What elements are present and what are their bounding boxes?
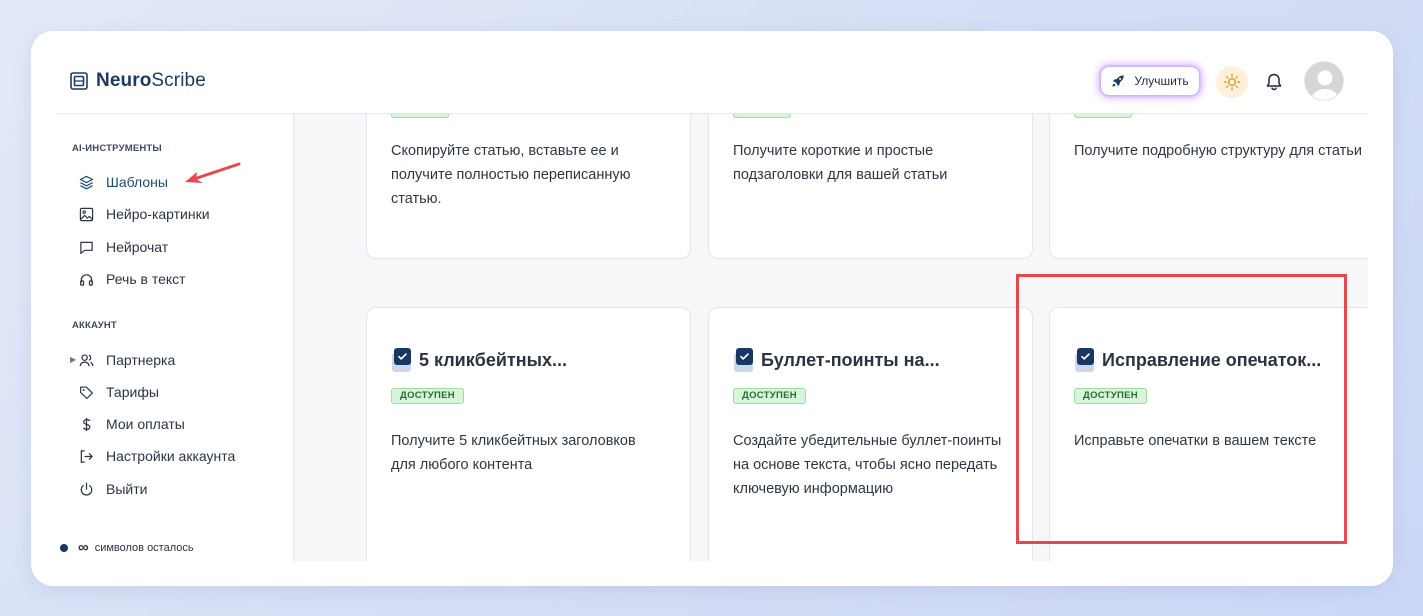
symbols-label: символов осталось — [94, 541, 194, 554]
sidebar-item-tariffs[interactable]: Тарифы — [79, 382, 159, 402]
checkbox-icon — [391, 348, 412, 372]
annotation-arrow-icon — [185, 162, 241, 183]
app-window: NeuroScribe Улучшить AI-ИНСТРУМЕНТЫ Шабл… — [31, 31, 1393, 586]
status-badge: ДОСТУПЕН — [1074, 388, 1147, 404]
checkbox-icon — [733, 348, 754, 372]
user-avatar-icon — [1305, 62, 1343, 100]
template-card[interactable]: Получите короткие и простые подзаголовки… — [708, 114, 1033, 259]
status-badge — [733, 114, 791, 118]
dollar-icon — [82, 417, 91, 431]
sidebar-item-logout[interactable]: Выйти — [79, 479, 147, 499]
image-icon — [79, 207, 94, 221]
template-card[interactable]: Скопируйте статью, вставьте ее и получит… — [366, 114, 691, 259]
sidebar-partner-row: ▶ Партнерка — [31, 350, 293, 370]
sidebar-item-label: Речь в текст — [106, 271, 186, 287]
sidebar-item-label: Мои оплаты — [106, 416, 185, 432]
headphones-icon — [80, 273, 93, 286]
brand-name: NeuroScribe — [96, 70, 206, 91]
template-card-bullet-points[interactable]: Буллет-поинты на... ДОСТУПЕН Создайте уб… — [708, 307, 1033, 561]
card-description: Исправьте опечатки в вашем тексте — [1074, 433, 1317, 449]
sun-icon — [1223, 73, 1241, 91]
checkbox-icon — [1074, 348, 1095, 372]
template-card-clickbait[interactable]: 5 кликбейтных... ДОСТУПЕН Получите 5 кли… — [366, 307, 691, 561]
bell-icon — [1266, 73, 1282, 91]
sidebar-item-label: Нейрочат — [106, 239, 169, 255]
sidebar-item-partner[interactable]: Партнерка — [79, 350, 175, 370]
notifications-button[interactable] — [1263, 71, 1285, 93]
sidebar-section-ai-tools: AI-ИНСТРУМЕНТЫ — [72, 143, 162, 154]
expand-caret-icon[interactable]: ▶ — [70, 350, 76, 370]
sidebar-section-account: АККАУНТ — [72, 320, 117, 331]
card-description: Получите 5 кликбейтных заголовков для лю… — [391, 433, 636, 473]
template-card-typo-fix[interactable]: Исправление опечаток... ДОСТУПЕН Исправь… — [1049, 307, 1368, 561]
upgrade-button[interactable]: Улучшить — [1100, 66, 1200, 96]
top-header: NeuroScribe Улучшить — [31, 31, 1393, 113]
status-badge — [1074, 114, 1132, 118]
sidebar-item-account-settings[interactable]: Настройки аккаунта — [79, 446, 235, 466]
brand-logo[interactable]: NeuroScribe — [70, 70, 206, 92]
power-icon — [80, 482, 93, 496]
rocket-icon — [1112, 75, 1125, 87]
sidebar-item-label: Тарифы — [106, 384, 159, 400]
symbols-remaining: ∞ символов осталось — [60, 540, 194, 555]
card-description: Получите подробную структуру для статьи — [1074, 143, 1362, 159]
sidebar-item-label: Нейро-картинки — [106, 206, 210, 222]
theme-toggle-button[interactable] — [1216, 66, 1248, 98]
chat-icon — [80, 241, 93, 254]
tag-icon — [80, 385, 93, 399]
sidebar-item-neurochat[interactable]: Нейрочат — [79, 237, 168, 257]
layers-icon — [79, 175, 94, 189]
logo-icon — [70, 72, 88, 90]
card-title: Буллет-поинты на... — [733, 348, 940, 372]
users-icon — [79, 353, 94, 366]
template-card[interactable]: Получите подробную структуру для статьи — [1049, 114, 1368, 259]
logout-arrow-icon — [80, 449, 93, 463]
symbols-value: ∞ — [78, 539, 89, 556]
status-badge: ДОСТУПЕН — [733, 388, 806, 404]
upgrade-label: Улучшить — [1134, 74, 1189, 88]
sidebar-item-speech-to-text[interactable]: Речь в текст — [79, 269, 186, 289]
card-description: Скопируйте статью, вставьте ее и получит… — [391, 143, 631, 207]
status-badge — [391, 114, 449, 118]
sidebar-item-label: Выйти — [106, 481, 148, 497]
card-description: Создайте убедительные буллет-поинты на о… — [733, 433, 1002, 497]
sidebar-item-neuro-images[interactable]: Нейро-картинки — [79, 204, 210, 224]
sidebar-item-label: Партнерка — [106, 352, 176, 368]
templates-grid: Скопируйте статью, вставьте ее и получит… — [294, 114, 1368, 561]
user-avatar[interactable] — [1304, 61, 1344, 101]
card-description: Получите короткие и простые подзаголовки… — [733, 143, 948, 183]
sidebar-item-templates[interactable]: Шаблоны — [79, 172, 168, 192]
status-badge: ДОСТУПЕН — [391, 388, 464, 404]
sidebar-item-label: Настройки аккаунта — [106, 448, 236, 464]
sidebar-item-label: Шаблоны — [106, 174, 168, 190]
sidebar-item-my-payments[interactable]: Мои оплаты — [79, 414, 185, 434]
card-title: Исправление опечаток... — [1074, 348, 1321, 372]
status-dot — [60, 543, 68, 552]
card-title: 5 кликбейтных... — [391, 348, 567, 372]
sidebar: AI-ИНСТРУМЕНТЫ Шаблоны Нейро-картинки Не… — [31, 114, 293, 586]
